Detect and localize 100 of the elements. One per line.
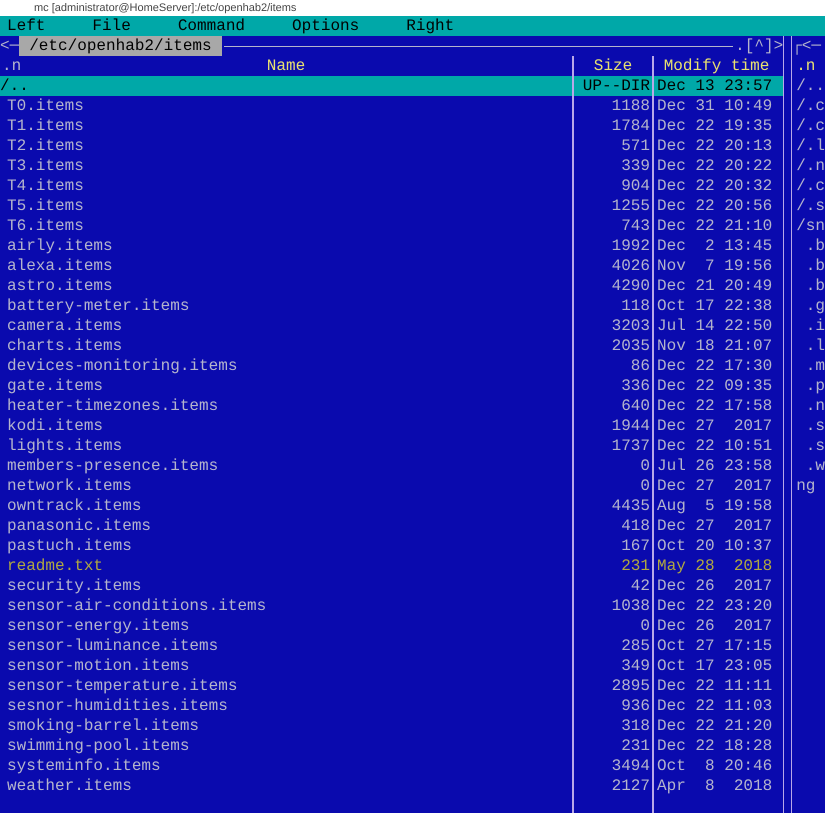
column-header[interactable]: Size [594,57,632,75]
file-row[interactable]: T1.items 1784 Dec 22 19:35 [0,116,784,136]
file-size: 0 [640,457,650,475]
modify-time: Oct 27 17:15 [657,637,772,655]
modify-time: Oct 8 20:46 [657,757,772,775]
file-name: readme.txt [7,556,104,576]
file-row[interactable]: astro.items 4290 Dec 21 20:49 [0,276,784,296]
file-row[interactable]: devices-monitoring.items 86 Dec 22 17:30 [0,356,784,376]
file-name: charts.items [7,336,122,356]
file-row[interactable]: owntrack.items 4435 Aug 5 19:58 [0,496,784,516]
column-header[interactable]: .n [796,57,816,75]
file-row[interactable]: sensor-energy.items 0 Dec 26 2017 [0,616,784,636]
modify-time: Dec 22 21:20 [657,717,772,735]
modify-time: Dec 21 20:49 [657,277,772,295]
menu-item[interactable]: Command [178,16,246,36]
file-row[interactable]: readme.txt 231 May 28 2018 [0,556,784,576]
modify-time: Oct 17 23:05 [657,657,772,675]
file-row[interactable]: network.items 0 Dec 27 2017 [0,476,784,496]
file-row[interactable]: T5.items 1255 Dec 22 20:56 [0,196,784,216]
file-row[interactable]: gate.items 336 Dec 22 09:35 [0,376,784,396]
file-name: .b [804,237,825,255]
file-row[interactable]: sensor-air-conditions.items 1038 Dec 22 23:20 [0,596,784,616]
file-row[interactable]: T0.items 1188 Dec 31 10:49 [0,96,784,116]
modify-time: Dec 22 23:20 [657,597,772,615]
file-size: 0 [640,617,650,635]
menu-item[interactable]: Options [292,16,360,36]
modify-time: Apr 8 2018 [657,777,772,795]
file-row[interactable]: security.items 42 Dec 26 2017 [0,576,784,596]
file-row[interactable]: sesnor-humidities.items 936 Dec 22 11:03 [0,696,784,716]
file-row[interactable]: members-presence.items 0 Jul 26 23:58 [0,456,784,476]
file-row[interactable]: T6.items 743 Dec 22 21:10 [0,216,784,236]
modify-time: Dec 26 2017 [657,577,772,595]
file-name: .n [804,397,825,415]
menu-item[interactable]: Left [7,16,46,36]
column-header[interactable]: Modify time [664,57,770,75]
file-name: sensor-luminance.items [7,636,218,656]
file-name: .b [804,277,825,295]
file-name: pastuch.items [7,536,132,556]
file-row[interactable]: T4.items 904 Dec 22 20:32 [0,176,784,196]
file-row[interactable]: camera.items 3203 Jul 14 22:50 [0,316,784,336]
modify-time: Dec 22 18:28 [657,737,772,755]
file-name: T5.items [7,196,84,216]
file-row[interactable]: swimming-pool.items 231 Dec 22 18:28 [0,736,784,756]
file-row[interactable]: lights.items 1737 Dec 22 10:51 [0,436,784,456]
file-size: 231 [621,557,650,575]
file-row[interactable]: smoking-barrel.items 318 Dec 22 21:20 [0,716,784,736]
file-row[interactable]: T3.items 339 Dec 22 20:22 [0,156,784,176]
file-name: camera.items [7,316,122,336]
file-row[interactable]: panasonic.items 418 Dec 27 2017 [0,516,784,536]
panel-path[interactable]: /etc/openhab2/items [19,36,222,56]
file-size: 4435 [612,497,650,515]
file-row[interactable]: sensor-luminance.items 285 Oct 27 17:15 [0,636,784,656]
modify-time: Dec 22 11:03 [657,697,772,715]
modify-time: Dec 31 10:49 [657,97,772,115]
modify-time: Dec 22 10:51 [657,437,772,455]
file-name: smoking-barrel.items [7,716,200,736]
file-name: airly.items [7,236,113,256]
file-row[interactable]: systeminfo.items 3494 Oct 8 20:46 [0,756,784,776]
file-size: 336 [621,377,650,395]
file-size: 936 [621,697,650,715]
column-header[interactable]: Name [42,56,530,76]
file-name: sensor-motion.items [7,656,190,676]
file-name: sesnor-humidities.items [7,696,228,716]
file-name: astro.items [7,276,113,296]
file-row[interactable]: sensor-motion.items 349 Oct 17 23:05 [0,656,784,676]
file-size: 2895 [612,677,650,695]
file-name: /.c [796,97,825,115]
file-row[interactable]: charts.items 2035 Nov 18 21:07 [0,336,784,356]
file-name: gate.items [7,376,104,396]
modify-time: Oct 17 22:38 [657,297,772,315]
history-marker[interactable]: .[^]> [735,36,784,56]
modify-time: Dec 22 20:22 [657,157,772,175]
menu-item[interactable]: Right [406,16,454,36]
file-row[interactable]: T2.items 571 Dec 22 20:13 [0,136,784,156]
modify-time: Dec 27 2017 [657,517,772,535]
file-row[interactable]: pastuch.items 167 Oct 20 10:37 [0,536,784,556]
modify-time: May 28 2018 [657,557,772,575]
file-row[interactable]: weather.items 2127 Apr 8 2018 [0,776,784,796]
selected-file-row[interactable]: /.. UP--DIR Dec 13 23:57 [0,76,784,96]
file-row[interactable]: sensor-temperature.items 2895 Dec 22 11:11 [0,676,784,696]
file-name: T4.items [7,176,84,196]
file-name: T0.items [7,96,84,116]
modify-time: Nov 18 21:07 [657,337,772,355]
sort-indicator[interactable]: .n [2,56,42,76]
file-row[interactable]: heater-timezones.items 640 Dec 22 17:58 [0,396,784,416]
panel-corner: <─ [0,36,20,56]
modify-time: Jul 14 22:50 [657,317,772,335]
file-row[interactable]: kodi.items 1944 Dec 27 2017 [0,416,784,436]
file-row[interactable]: alexa.items 4026 Nov 7 19:56 [0,256,784,276]
file-size: 285 [621,637,650,655]
file-size: 1255 [612,197,650,215]
file-size: 349 [621,657,650,675]
file-row[interactable]: battery-meter.items 118 Oct 17 22:38 [0,296,784,316]
file-size: 2127 [612,777,650,795]
file-row[interactable]: airly.items 1992 Dec 2 13:45 [0,236,784,256]
file-name: lights.items [7,436,122,456]
file-name: /.n [796,157,825,175]
menu-item[interactable]: File [92,16,131,36]
file-size: 339 [621,157,650,175]
modify-time: Dec 22 19:35 [657,117,772,135]
